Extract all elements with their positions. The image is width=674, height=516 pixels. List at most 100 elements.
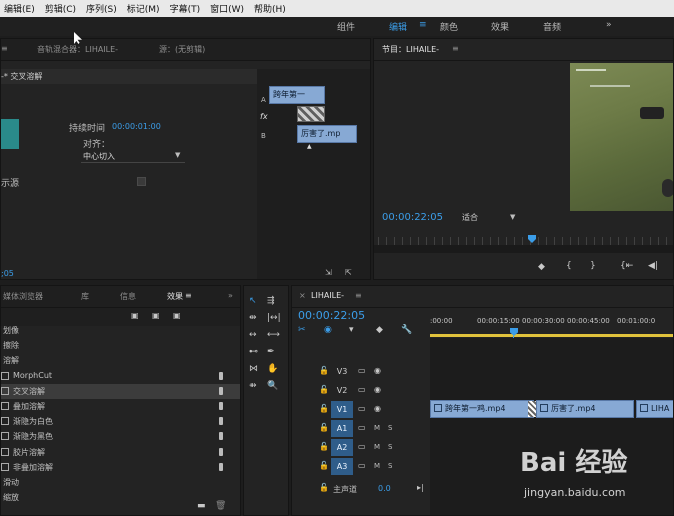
- track-target-button[interactable]: A3: [331, 458, 353, 475]
- clip-a[interactable]: 跨年第一: [269, 86, 325, 104]
- snap-icon[interactable]: ✂: [298, 326, 306, 335]
- ripple-edit-icon[interactable]: ⇹: [249, 314, 257, 323]
- menu-icon[interactable]: ≡: [452, 44, 459, 53]
- effect-item[interactable]: 胶片溶解: [1, 445, 240, 460]
- workspace-tab-1[interactable]: 编辑: [389, 20, 407, 33]
- marker-icon[interactable]: ◆: [538, 263, 545, 272]
- new-folder-icon[interactable]: ▬: [197, 502, 206, 511]
- effect-item[interactable]: 叠加溶解: [1, 399, 240, 414]
- slide-tool-icon[interactable]: ⊷: [249, 348, 258, 357]
- lock-icon[interactable]: 🔓: [319, 386, 329, 394]
- pen-tool-icon[interactable]: ✒: [267, 348, 275, 357]
- eye-icon[interactable]: ◉: [374, 367, 381, 375]
- menu-item-1[interactable]: 剪辑(C): [41, 2, 82, 15]
- effect-item[interactable]: 划像: [1, 323, 240, 338]
- close-icon[interactable]: ×: [299, 291, 306, 300]
- menu-icon[interactable]: ≡: [185, 291, 192, 300]
- hand-tool-icon[interactable]: ✋: [267, 365, 278, 374]
- timeline-timecode[interactable]: 00:00:22:05: [298, 309, 365, 322]
- track-select-icon[interactable]: ⇶: [267, 297, 275, 306]
- timeline-clip-2[interactable]: 厉害了.mp4: [536, 400, 634, 418]
- program-title[interactable]: 节目：LIHAILE-: [382, 44, 439, 55]
- effect-item[interactable]: 渐隐为黑色: [1, 429, 240, 444]
- track-target-button[interactable]: V3: [331, 363, 353, 380]
- timeline-ruler[interactable]: :00:00 00:00:15:00 00:00:30:00 00:00:45:00 0…: [430, 312, 673, 336]
- go-to-end-icon[interactable]: ▸|: [417, 484, 424, 492]
- ripple-trim-icon[interactable]: ⇻: [249, 382, 257, 391]
- menu-item-5[interactable]: 窗口(W): [206, 2, 250, 15]
- lock-icon[interactable]: 🔓: [319, 462, 329, 470]
- lock-icon[interactable]: 🔓: [319, 484, 329, 492]
- share-icon[interactable]: ⇱: [345, 268, 352, 277]
- workspace-tab-4[interactable]: 音频: [543, 20, 561, 33]
- workspace-more-button[interactable]: »: [606, 20, 612, 30]
- sequence-title[interactable]: LIHAILE-: [311, 291, 344, 300]
- timeline-transition[interactable]: [528, 401, 536, 417]
- lock-icon[interactable]: 🔓: [319, 443, 329, 451]
- work-area-bar[interactable]: [430, 334, 673, 337]
- menu-icon[interactable]: ≡: [355, 291, 362, 300]
- align-select[interactable]: 中心切入 ▼: [81, 151, 185, 163]
- mark-out-icon[interactable]: }: [590, 262, 596, 271]
- effect-item[interactable]: 溶解: [1, 353, 240, 368]
- tab-audio-mixer[interactable]: 音轨混合器：LIHAILE-: [37, 44, 118, 55]
- clip-b[interactable]: 厉害了.mp: [297, 125, 357, 143]
- sync-lock-icon[interactable]: ▭: [358, 443, 366, 451]
- workspace-tab-0[interactable]: 组件: [337, 20, 355, 33]
- transition-block[interactable]: [297, 106, 325, 122]
- sync-lock-icon[interactable]: ▭: [358, 367, 366, 375]
- add-marker-icon[interactable]: ▾: [349, 326, 354, 335]
- menu-item-3[interactable]: 标记(M): [123, 2, 166, 15]
- show-source-checkbox[interactable]: [137, 177, 146, 186]
- rate-stretch-icon[interactable]: |↔|: [267, 314, 281, 323]
- sync-lock-icon[interactable]: ▭: [358, 424, 366, 432]
- trash-icon[interactable]: 🗑: [215, 502, 226, 511]
- yuv-effects-icon[interactable]: ▣: [173, 312, 181, 320]
- menu-item-4[interactable]: 字幕(T): [166, 2, 207, 15]
- solo-button[interactable]: S: [388, 424, 392, 432]
- wrench-icon[interactable]: 🔧: [401, 326, 412, 335]
- eye-icon[interactable]: ◉: [374, 386, 381, 394]
- effect-item[interactable]: 交叉溶解: [1, 383, 240, 399]
- accelerated-effects-icon[interactable]: ▣: [131, 312, 139, 320]
- tab-source[interactable]: 源：(无剪辑): [159, 44, 205, 55]
- track-target-button[interactable]: A1: [331, 420, 353, 437]
- more-panels-icon[interactable]: »: [228, 291, 233, 300]
- mark-in-icon[interactable]: {: [566, 262, 572, 271]
- mute-button[interactable]: M: [374, 424, 380, 432]
- mute-button[interactable]: M: [374, 462, 380, 470]
- track-target-button[interactable]: V1: [331, 401, 353, 418]
- go-to-in-icon[interactable]: {⇤: [620, 262, 633, 271]
- 32bit-effects-icon[interactable]: ▣: [152, 312, 160, 320]
- solo-button[interactable]: S: [388, 462, 392, 470]
- effects-tab-2[interactable]: 信息: [120, 291, 136, 302]
- marker-icon[interactable]: ◆: [376, 326, 383, 335]
- sync-lock-icon[interactable]: ▭: [358, 386, 366, 394]
- lock-icon[interactable]: 🔓: [319, 405, 329, 413]
- slip-tool-icon[interactable]: ↔: [249, 331, 257, 340]
- workspace-tab-3[interactable]: 效果: [491, 20, 509, 33]
- lock-icon[interactable]: 🔓: [319, 424, 329, 432]
- menu-item-0[interactable]: 编辑(E): [0, 2, 41, 15]
- effect-item[interactable]: MorphCut: [1, 369, 240, 384]
- effects-tab-3[interactable]: 效果: [167, 291, 183, 302]
- zoom-tool-icon[interactable]: 🔍: [267, 382, 278, 391]
- timeline-clip-3[interactable]: LIHA: [636, 400, 673, 418]
- effects-tab-0[interactable]: 媒体浏览器: [3, 291, 43, 302]
- mute-button[interactable]: M: [374, 443, 380, 451]
- fit-select[interactable]: 适合 ▼: [460, 211, 522, 225]
- linked-selection-icon[interactable]: ◉: [324, 326, 332, 335]
- program-timecode[interactable]: 00:00:22:05: [382, 212, 443, 223]
- workspace-tab-2[interactable]: 颜色: [440, 20, 458, 33]
- menu-icon[interactable]: ≡: [1, 44, 8, 53]
- menu-icon[interactable]: ≡: [419, 20, 427, 30]
- lock-icon[interactable]: 🔓: [319, 367, 329, 375]
- track-target-button[interactable]: V2: [331, 382, 353, 399]
- sync-lock-icon[interactable]: ▭: [358, 405, 366, 413]
- program-scrollbar[interactable]: [374, 245, 673, 253]
- timeline-clip-1[interactable]: 跨年第一鸡.mp4: [430, 400, 534, 418]
- effect-item[interactable]: 擦除: [1, 338, 240, 353]
- step-back-icon[interactable]: ◀|: [648, 262, 658, 271]
- selection-tool-icon[interactable]: ↖: [249, 297, 257, 306]
- duration-value[interactable]: 00:00:01:00: [112, 122, 161, 131]
